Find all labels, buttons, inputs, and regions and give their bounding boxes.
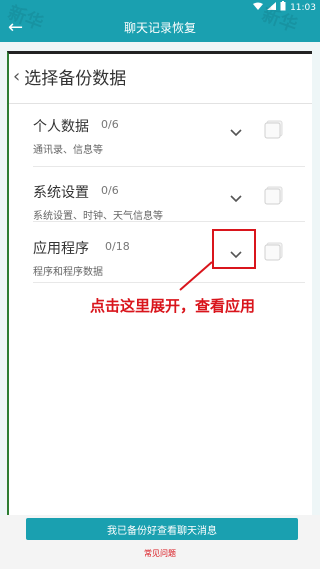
sheet-header: ‹ 选择备份数据 xyxy=(9,54,312,98)
sheet-title: 选择备份数据 xyxy=(24,68,127,89)
item-checkbox[interactable] xyxy=(264,186,284,206)
item-title: 个人数据 xyxy=(33,119,89,135)
item-subtitle: 通讯录、信息等 xyxy=(33,145,103,156)
list-item-applications[interactable]: 应用程序 0/18 程序和程序数据 xyxy=(9,230,312,286)
chevron-down-icon[interactable] xyxy=(225,122,247,144)
wifi-icon xyxy=(253,2,264,13)
view-chat-button[interactable]: 我已备份好查看聊天消息 xyxy=(26,518,298,540)
item-checkbox[interactable] xyxy=(264,242,284,262)
item-title: 系统设置 xyxy=(33,185,89,201)
annotation-text: 点击这里展开，查看应用 xyxy=(90,297,256,315)
item-title: 应用程序 xyxy=(33,241,89,257)
divider xyxy=(33,166,305,167)
divider xyxy=(33,221,305,222)
backup-selection-sheet: ‹ 选择备份数据 个人数据 0/6 通讯录、信息等 系统设置 0/6 系统设置、… xyxy=(7,51,312,529)
list-item-personal-data[interactable]: 个人数据 0/6 通讯录、信息等 xyxy=(9,108,312,164)
item-subtitle: 系统设置、时钟、天气信息等 xyxy=(33,211,163,222)
highlight-box xyxy=(212,229,256,269)
faq-link[interactable]: 常见问题 xyxy=(0,548,320,559)
item-subtitle: 程序和程序数据 xyxy=(33,267,103,278)
item-count: 0/6 xyxy=(101,184,119,197)
divider xyxy=(33,282,305,283)
item-checkbox[interactable] xyxy=(264,120,284,140)
item-count: 0/6 xyxy=(101,118,119,131)
chevron-left-icon[interactable]: ‹ xyxy=(13,66,20,87)
divider xyxy=(9,103,312,104)
chevron-down-icon[interactable] xyxy=(225,188,247,210)
item-count: 0/18 xyxy=(105,240,130,253)
